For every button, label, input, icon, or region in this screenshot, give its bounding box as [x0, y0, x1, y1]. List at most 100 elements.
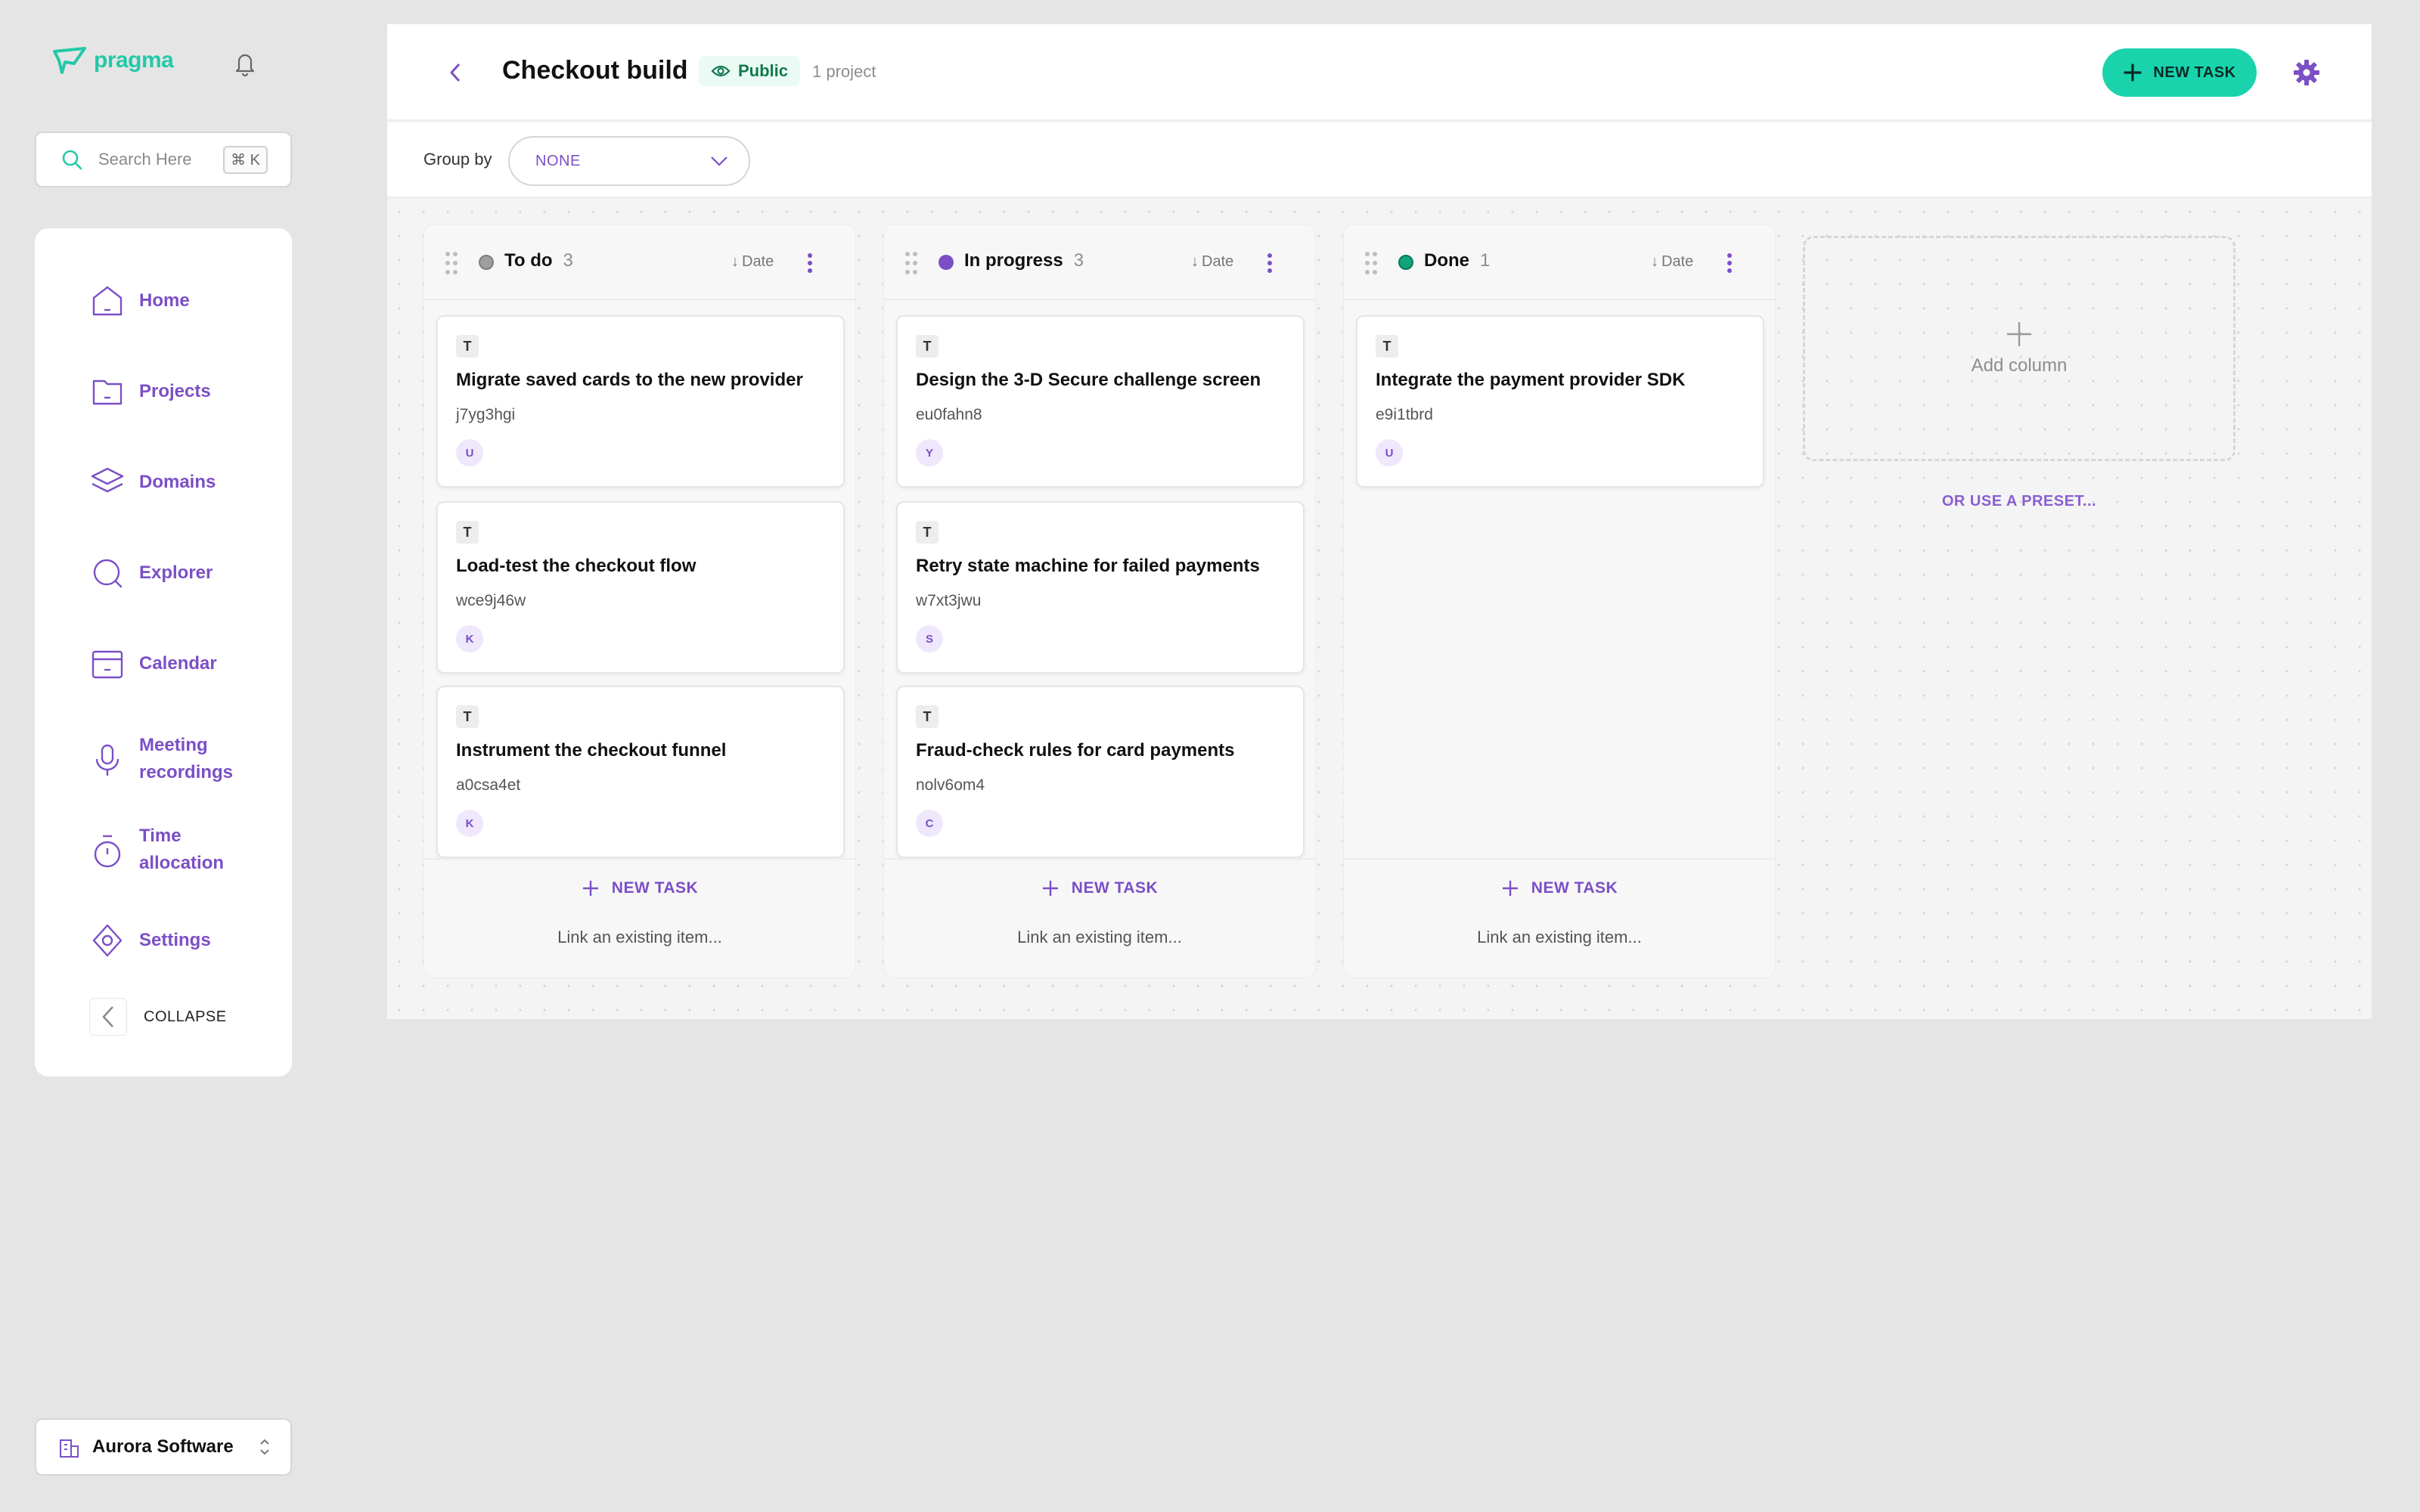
plus-icon [1042, 881, 1058, 896]
column-header: Done 1 ↓ Date [1344, 225, 1775, 300]
avatar[interactable]: K [456, 625, 483, 652]
task-title: Instrument the checkout funnel [456, 740, 727, 761]
arrow-down-icon: ↓ [1191, 253, 1199, 270]
task-card[interactable]: T Retry state machine for failed payment… [896, 501, 1305, 674]
link-existing-item[interactable]: Link an existing item... [424, 928, 855, 947]
column-title: To do 3 [504, 250, 573, 271]
collapse-button[interactable]: COLLAPSE [89, 998, 227, 1036]
sidebar-item-time-allocation[interactable]: Time allocation [89, 823, 245, 877]
group-by-select[interactable]: NONE [508, 136, 750, 186]
avatar[interactable]: C [916, 810, 943, 837]
sidebar-item-calendar[interactable]: Calendar [89, 646, 217, 682]
sidebar-item-projects[interactable]: Projects [89, 373, 211, 410]
drag-handle-icon[interactable] [902, 250, 920, 276]
add-column-button[interactable]: Add column [1803, 236, 2235, 461]
type-badge: T [916, 521, 939, 544]
column-todo: To do 3 ↓ Date T Migrate saved cards to th… [424, 224, 856, 978]
chevron-left-icon [450, 63, 461, 82]
drag-handle-icon[interactable] [1362, 250, 1380, 276]
column-count: 3 [1073, 250, 1084, 271]
sort-button[interactable]: ↓ Date [1651, 253, 1693, 271]
column-new-task-button[interactable]: NEW TASK [1344, 879, 1775, 897]
avatar[interactable]: U [1376, 439, 1403, 466]
task-id: eu0fahn8 [916, 406, 982, 423]
avatar[interactable]: K [456, 810, 483, 837]
link-existing-item[interactable]: Link an existing item... [1344, 928, 1775, 947]
collapse-label: COLLAPSE [144, 1008, 227, 1025]
home-icon [89, 283, 126, 319]
task-card[interactable]: T Fraud-check rules for card payments no… [896, 686, 1305, 858]
logo[interactable]: pragma [51, 45, 174, 76]
task-title: Integrate the payment provider SDK [1376, 370, 1686, 390]
plus-icon [2007, 322, 2031, 346]
logo-icon [53, 47, 86, 74]
column-new-task-button[interactable]: NEW TASK [424, 879, 855, 897]
column-in-progress: In progress 3 ↓ Date T Design the 3-D Secu… [883, 224, 1316, 978]
arrow-down-icon: ↓ [1651, 253, 1658, 270]
sort-button[interactable]: ↓ Date [1191, 253, 1233, 271]
sidebar-item-label: Home [139, 290, 190, 311]
sidebar-item-domains[interactable]: Domains [89, 464, 216, 500]
search-input[interactable]: Search Here ⌘ K [35, 132, 292, 187]
link-existing-item[interactable]: Link an existing item... [884, 928, 1315, 947]
new-task-label: NEW TASK [1071, 879, 1159, 897]
sidebar-item-meeting-recordings[interactable]: Meeting recordings [89, 732, 245, 786]
sidebar-item-settings[interactable]: Settings [89, 922, 211, 959]
arrow-down-icon: ↓ [731, 253, 739, 270]
sidebar-item-explorer[interactable]: Explorer [89, 555, 213, 591]
layers-icon [89, 464, 126, 500]
sidebar-item-label: Projects [139, 381, 211, 401]
plus-icon [2124, 64, 2142, 82]
project-count[interactable]: 1 project [812, 62, 876, 82]
eye-icon [711, 65, 731, 77]
avatar[interactable]: Y [916, 439, 943, 466]
task-id: j7yg3hgi [456, 406, 516, 423]
new-task-button[interactable]: NEW TASK [2102, 48, 2257, 97]
stopwatch-icon [89, 833, 126, 869]
sidebar-nav: Home Projects Domains Explorer Calendar … [35, 228, 292, 1077]
task-card[interactable]: T Design the 3-D Secure challenge screen… [896, 315, 1305, 488]
gear-icon[interactable] [2288, 54, 2325, 91]
type-badge: T [456, 335, 479, 358]
visibility-label: Public [738, 61, 789, 80]
back-button[interactable] [440, 57, 470, 88]
task-title: Migrate saved cards to the new provider [456, 370, 803, 390]
settings-icon [89, 922, 126, 959]
avatar[interactable]: U [456, 439, 483, 466]
sort-button[interactable]: ↓ Date [731, 253, 774, 271]
column-new-task-button[interactable]: NEW TASK [884, 879, 1315, 897]
more-options-icon[interactable] [1722, 250, 1737, 276]
task-card[interactable]: T Integrate the payment provider SDK e9i… [1356, 315, 1764, 488]
page-title: Checkout build [502, 56, 688, 85]
column-footer: NEW TASK Link an existing item... [424, 858, 855, 979]
column-footer: NEW TASK Link an existing item... [1344, 858, 1775, 979]
org-switcher[interactable]: Aurora Software [35, 1418, 292, 1476]
group-by-value: NONE [535, 152, 581, 169]
sidebar-item-home[interactable]: Home [89, 283, 190, 319]
more-options-icon[interactable] [802, 250, 818, 276]
more-options-icon[interactable] [1262, 250, 1277, 276]
sidebar-item-label: Time allocation [139, 826, 225, 873]
group-by-label: Group by [424, 150, 492, 169]
search-placeholder: Search Here [98, 150, 192, 169]
task-id: w7xt3jwu [916, 592, 982, 609]
microphone-icon [89, 742, 126, 779]
header: Checkout build Public 1 project NEW TASK [387, 24, 2372, 121]
column-header: To do 3 ↓ Date [424, 225, 855, 300]
type-badge: T [916, 705, 939, 728]
task-card[interactable]: T Load-test the checkout flow wce9j46w K [436, 501, 845, 674]
use-preset-link[interactable]: OR USE A PRESET... [1803, 493, 2235, 510]
task-card[interactable]: T Instrument the checkout funnel a0csa4e… [436, 686, 845, 858]
drag-handle-icon[interactable] [442, 250, 461, 276]
bell-icon[interactable] [230, 48, 260, 79]
sidebar-item-label: Domains [139, 472, 216, 492]
task-card[interactable]: T Migrate saved cards to the new provide… [436, 315, 845, 488]
visibility-badge[interactable]: Public [699, 56, 801, 86]
task-title: Retry state machine for failed payments [916, 556, 1260, 576]
kanban-board: To do 3 ↓ Date T Migrate saved cards to th… [387, 200, 2372, 1019]
avatar[interactable]: S [916, 625, 943, 652]
search-icon [62, 150, 82, 170]
task-title: Design the 3-D Secure challenge screen [916, 370, 1261, 390]
column-count: 3 [563, 250, 573, 271]
type-badge: T [916, 335, 939, 358]
